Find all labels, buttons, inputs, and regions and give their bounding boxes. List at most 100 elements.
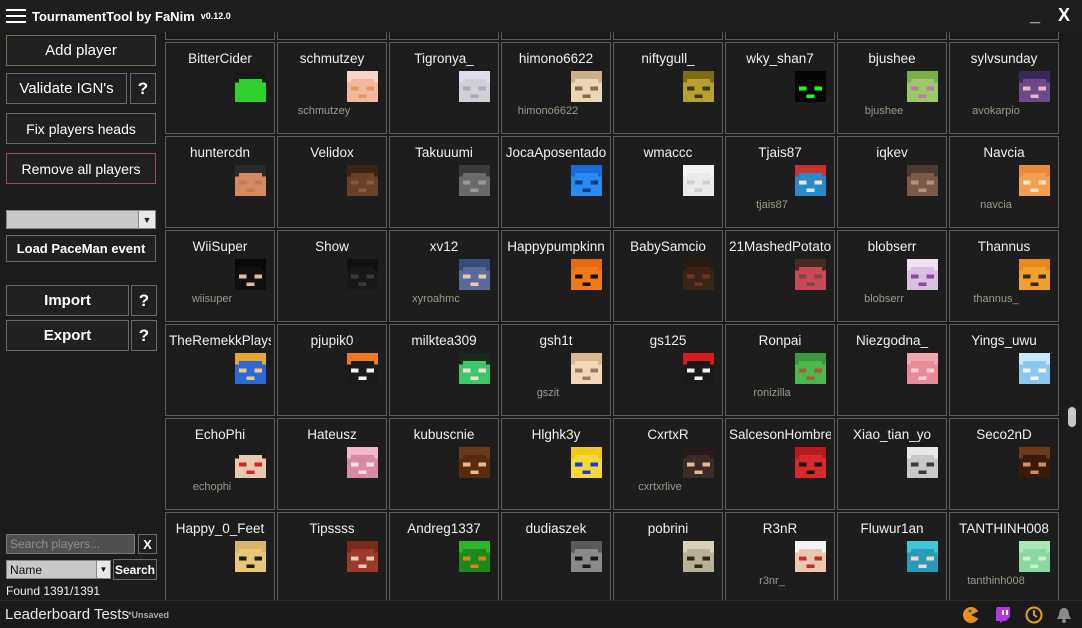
player-head-icon [683, 353, 714, 384]
player-card[interactable]: kubuscnie [389, 418, 499, 510]
player-card[interactable]: JocaAposentado [501, 136, 611, 228]
player-card[interactable]: Fluwur1an [837, 512, 947, 600]
player-name: Fluwur1an [860, 521, 924, 536]
player-card[interactable]: Takuuumi [389, 136, 499, 228]
player-card[interactable]: bjushee bjushee [837, 42, 947, 134]
load-paceman-event-button[interactable]: Load PaceMan event [6, 235, 156, 262]
player-card[interactable]: gsh1t gszit [501, 324, 611, 416]
player-card[interactable]: Navcia navcia [949, 136, 1059, 228]
scrollbar[interactable] [1062, 32, 1082, 600]
player-card[interactable]: TheRemekkPlays [165, 324, 275, 416]
sort-by-value: Name [10, 563, 43, 577]
import-button[interactable]: Import [6, 285, 129, 316]
player-card[interactable]: R3nR r3nr_ [725, 512, 835, 600]
player-card[interactable]: milktea309 [389, 324, 499, 416]
player-head-icon [235, 447, 266, 478]
player-card[interactable]: schmutzey schmutzey [277, 42, 387, 134]
export-button[interactable]: Export [6, 320, 129, 351]
player-card[interactable]: Seco2nD [949, 418, 1059, 510]
player-head-icon [795, 447, 826, 478]
player-card[interactable]: Yings_uwu [949, 324, 1059, 416]
twitch-icon[interactable] [994, 606, 1012, 624]
hamburger-menu-icon[interactable] [6, 9, 26, 23]
player-name: R3nR [762, 521, 798, 536]
player-card[interactable]: pjupik0 [277, 324, 387, 416]
player-card[interactable]: Tjais87 tjais87 [725, 136, 835, 228]
player-card[interactable]: Hlghk3y [501, 418, 611, 510]
add-player-button[interactable]: Add player [6, 35, 156, 66]
player-card[interactable]: BabySamcio [613, 230, 723, 322]
player-card[interactable]: himono6622 himono6622 [501, 42, 611, 134]
scroll-thumb[interactable] [1068, 407, 1076, 427]
player-card[interactable]: xv12 xyroahmc [389, 230, 499, 322]
player-name: Happypumpkinn [507, 239, 605, 254]
player-head-icon [571, 71, 602, 102]
remove-all-players-button[interactable]: Remove all players [6, 153, 156, 184]
player-head-icon [1019, 353, 1050, 384]
player-name: pobrini [647, 521, 689, 536]
player-card[interactable]: 21MashedPotatoes [725, 230, 835, 322]
player-twitch-name: navcia [980, 199, 1012, 211]
player-twitch-name: tjais87 [756, 199, 788, 211]
sort-by-select[interactable]: Name ▼ [6, 560, 111, 579]
player-card[interactable]: Ronpai ronizilla [725, 324, 835, 416]
player-card[interactable]: wky_shan7 [725, 42, 835, 134]
clear-search-button[interactable]: X [138, 534, 157, 554]
player-twitch-name: schmutzey [297, 105, 351, 117]
player-card[interactable]: Andreg1337 [389, 512, 499, 600]
player-head-icon [683, 447, 714, 478]
player-name: kubuscnie [413, 427, 475, 442]
player-card[interactable]: Tipssss [277, 512, 387, 600]
player-card[interactable]: wmaccc [613, 136, 723, 228]
player-card[interactable]: CxrtxR cxrtxrlive [613, 418, 723, 510]
player-twitch-name: tanthinh008 [967, 575, 1025, 587]
player-name: 21MashedPotatoes [729, 239, 831, 254]
player-card[interactable]: Hateusz [277, 418, 387, 510]
paceman-event-dropdown[interactable]: ▼ [6, 210, 156, 229]
player-card[interactable]: gs125 [613, 324, 723, 416]
player-card[interactable]: Happy_0_Feet [165, 512, 275, 600]
player-head-icon [907, 353, 938, 384]
player-head-icon [907, 165, 938, 196]
player-head-icon [907, 71, 938, 102]
paceman-icon[interactable] [962, 606, 980, 624]
import-help-button[interactable]: ? [131, 285, 157, 316]
player-twitch-name: xyroahmc [412, 293, 460, 305]
player-card[interactable]: huntercdn [165, 136, 275, 228]
bell-icon[interactable] [1055, 606, 1073, 624]
player-name: wky_shan7 [746, 51, 814, 66]
player-twitch-name: r3nr_ [759, 575, 785, 587]
player-card[interactable]: BitterCider [165, 42, 275, 134]
player-card[interactable]: Velidox [277, 136, 387, 228]
player-card[interactable]: TANTHINH008 tanthinh008 [949, 512, 1059, 600]
player-name: milktea309 [411, 333, 477, 348]
player-card[interactable]: Thannus thannus_ [949, 230, 1059, 322]
player-card[interactable]: SalcesonHombre [725, 418, 835, 510]
player-card[interactable]: Show [277, 230, 387, 322]
player-card[interactable]: sylvsunday avokarpio [949, 42, 1059, 134]
player-card[interactable]: Tigronya_ [389, 42, 499, 134]
export-help-button[interactable]: ? [131, 320, 157, 351]
close-button[interactable]: X [1058, 5, 1074, 25]
player-card[interactable]: Xiao_tian_yo [837, 418, 947, 510]
clock-icon[interactable] [1025, 606, 1043, 624]
player-card[interactable]: niftygull_ [613, 42, 723, 134]
player-name: Tigronya_ [414, 51, 474, 66]
minimize-button[interactable]: _ [1030, 5, 1046, 25]
player-card[interactable]: dudiaszek [501, 512, 611, 600]
validate-igns-button[interactable]: Validate IGN's [6, 73, 127, 104]
player-name: sylvsunday [970, 51, 1038, 66]
validate-help-button[interactable]: ? [130, 73, 156, 104]
player-name: Niezgodna_ [855, 333, 929, 348]
player-card[interactable]: Happypumpkinn [501, 230, 611, 322]
player-card[interactable]: blobserr blobserr [837, 230, 947, 322]
player-card[interactable]: pobrini [613, 512, 723, 600]
player-head-icon [795, 353, 826, 384]
search-button[interactable]: Search [113, 559, 157, 580]
fix-players-heads-button[interactable]: Fix players heads [6, 113, 156, 144]
search-players-input[interactable] [6, 534, 135, 554]
player-card[interactable]: iqkev [837, 136, 947, 228]
player-card[interactable]: EchoPhi echophi [165, 418, 275, 510]
player-card[interactable]: Niezgodna_ [837, 324, 947, 416]
player-card[interactable]: WiiSuper wiisuper [165, 230, 275, 322]
